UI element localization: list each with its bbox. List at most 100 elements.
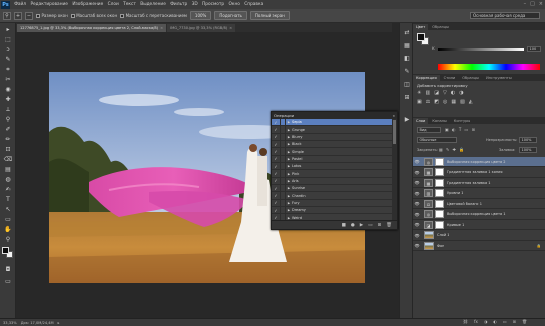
- action-item[interactable]: ✓ ▶ Simple: [272, 148, 393, 156]
- history-brush-tool-icon[interactable]: ✐: [3, 125, 13, 134]
- clone-source-icon[interactable]: ◫: [402, 80, 412, 89]
- eye-icon[interactable]: 👁: [413, 233, 421, 238]
- action-item[interactable]: ✓ ▶ Sepia: [272, 119, 393, 127]
- move-tool-icon[interactable]: ▸: [3, 25, 13, 34]
- tab-styles[interactable]: Стили: [441, 75, 459, 82]
- close-tab-icon[interactable]: ×: [160, 26, 163, 30]
- photo-filter-icon[interactable]: ◩: [434, 99, 439, 105]
- color-spectrum[interactable]: [438, 64, 540, 70]
- sample-all-windows-checkbox[interactable]: Масштаб всех окон: [70, 13, 117, 18]
- layer-mask-thumbnail[interactable]: [435, 189, 444, 198]
- new-layer-icon[interactable]: ⊞: [513, 319, 516, 324]
- layer-mask-thumbnail[interactable]: [435, 178, 444, 187]
- menu-image[interactable]: Изображение: [70, 2, 105, 7]
- play-icon[interactable]: ▶: [360, 223, 363, 228]
- menu-file[interactable]: Файл: [12, 2, 28, 7]
- zoom-tool-icon[interactable]: ⚲: [3, 235, 13, 244]
- menu-edit[interactable]: Редактирование: [28, 2, 70, 7]
- brightness-icon[interactable]: ☀: [417, 90, 421, 96]
- hue-saturation-icon[interactable]: ◑: [459, 90, 463, 96]
- ruler-tool-icon[interactable]: ⟂: [3, 105, 13, 114]
- action-item[interactable]: ✓ ▶ Pink: [272, 170, 393, 178]
- menu-window[interactable]: Окно: [226, 2, 242, 7]
- action-item[interactable]: ✓ ▶ Blurry: [272, 133, 393, 142]
- layer-mask-thumbnail[interactable]: [435, 157, 444, 166]
- layer-mask-thumbnail[interactable]: [435, 168, 444, 177]
- checkmark-icon[interactable]: ✓: [272, 142, 280, 147]
- black-white-icon[interactable]: ⚖: [426, 99, 430, 105]
- levels-icon[interactable]: ▥: [425, 90, 430, 96]
- eye-icon[interactable]: 👁: [413, 159, 421, 164]
- scrubby-zoom-checkbox[interactable]: Масштаб с перетаскиванием: [120, 13, 187, 18]
- info-icon[interactable]: ◧: [402, 54, 412, 63]
- layer-mask-thumbnail[interactable]: [435, 199, 444, 208]
- zoom-tool-icon[interactable]: ⚲: [3, 11, 11, 20]
- tab-layers[interactable]: Слои: [413, 117, 429, 124]
- rectangle-tool-icon[interactable]: ▭: [3, 215, 13, 224]
- histogram-icon[interactable]: ▦: [402, 41, 412, 50]
- checkmark-icon[interactable]: ✓: [272, 193, 280, 198]
- opacity-field[interactable]: 100%: [519, 137, 537, 143]
- eye-icon[interactable]: 👁: [413, 180, 421, 185]
- vibrance-icon[interactable]: ◐: [451, 90, 455, 96]
- eye-icon[interactable]: 👁: [413, 222, 421, 227]
- eye-icon[interactable]: 👁: [413, 170, 421, 175]
- collapse-icon[interactable]: «: [393, 113, 397, 118]
- checkmark-icon[interactable]: ✓: [272, 178, 280, 183]
- layer-row[interactable]: 👁 ⚖ Цветовой баланс 1: [413, 199, 545, 210]
- exposure-icon[interactable]: ▽: [443, 90, 447, 96]
- brush-tool-icon[interactable]: ✏: [3, 135, 13, 144]
- path-selection-tool-icon[interactable]: ↖: [3, 205, 13, 214]
- history-icon[interactable]: ⇄: [402, 28, 412, 37]
- eye-icon[interactable]: 👁: [413, 243, 421, 248]
- channel-mixer-icon[interactable]: ◎: [443, 99, 447, 105]
- menu-view[interactable]: Просмотр: [200, 2, 226, 7]
- fill-field[interactable]: 100%: [519, 147, 537, 153]
- layer-row[interactable]: 👁 ▦ Градиентная заливка 1 копия: [413, 168, 545, 178]
- actions-icon[interactable]: ▶: [402, 115, 412, 124]
- layer-row[interactable]: 👁 Фон 🔒: [413, 241, 545, 252]
- action-item[interactable]: ✓ ▶ Dreamy: [272, 207, 393, 215]
- checkmark-icon[interactable]: ✓: [272, 134, 280, 139]
- foreground-color-swatch[interactable]: [2, 247, 9, 254]
- resize-windows-checkbox[interactable]: Размер окон: [36, 13, 68, 18]
- checkmark-icon[interactable]: ✓: [272, 208, 280, 213]
- zoom-in-icon[interactable]: +: [14, 11, 22, 20]
- marquee-tool-icon[interactable]: ⬚: [3, 35, 13, 44]
- eyedropper-tool-icon[interactable]: ◉: [3, 85, 13, 94]
- clone-stamp-tool-icon[interactable]: ⚲: [3, 115, 13, 124]
- layer-style-icon[interactable]: fx: [474, 319, 478, 324]
- delete-layer-icon[interactable]: 🗑: [522, 319, 527, 324]
- curves-icon[interactable]: ◪: [434, 90, 439, 96]
- lasso-tool-icon[interactable]: ↄ: [3, 45, 13, 54]
- action-item[interactable]: ✓ ▶ Pastel: [272, 155, 393, 164]
- crop-tool-icon[interactable]: ⌗: [3, 65, 13, 74]
- maximize-icon[interactable]: □: [530, 1, 535, 7]
- actions-panel-header[interactable]: Операции «: [272, 112, 397, 119]
- checkmark-icon[interactable]: ✓: [272, 149, 280, 154]
- pen-tool-icon[interactable]: ✍: [3, 185, 13, 194]
- foreground-color-swatch[interactable]: [417, 33, 425, 41]
- fit-screen-button[interactable]: Подогнать: [214, 11, 247, 20]
- menu-select[interactable]: Выделение: [138, 2, 168, 7]
- tab-samples[interactable]: Образцы: [459, 75, 482, 82]
- invert-icon[interactable]: ▧: [460, 99, 465, 105]
- layer-row[interactable]: 👁 ◎ Выборочная коррекция цвета 2: [413, 157, 545, 168]
- tab-color[interactable]: Цвет: [413, 23, 429, 30]
- layer-mask-thumbnail[interactable]: [435, 220, 444, 229]
- eraser-tool-icon[interactable]: ⌫: [3, 155, 13, 164]
- link-layers-icon[interactable]: ⛓: [463, 319, 468, 324]
- action-item[interactable]: ✓ ▶ Aris: [272, 177, 393, 186]
- close-icon[interactable]: ×: [539, 1, 543, 7]
- menu-filter[interactable]: Фильтр: [168, 2, 189, 7]
- gradient-tool-icon[interactable]: ▤: [3, 165, 13, 174]
- menu-3d[interactable]: 3D: [189, 2, 199, 7]
- lock-icons[interactable]: ▦ ✎ ✚ 🔒: [439, 147, 465, 152]
- stop-icon[interactable]: ■: [342, 223, 346, 228]
- blend-mode-select[interactable]: Обычные: [417, 137, 457, 143]
- brush-presets-icon[interactable]: ✎: [402, 67, 412, 76]
- quick-mask-icon[interactable]: ◘: [3, 265, 13, 274]
- checkmark-icon[interactable]: ✓: [272, 127, 280, 132]
- record-icon[interactable]: ●: [351, 223, 355, 228]
- tab-paths[interactable]: Контуры: [451, 118, 473, 125]
